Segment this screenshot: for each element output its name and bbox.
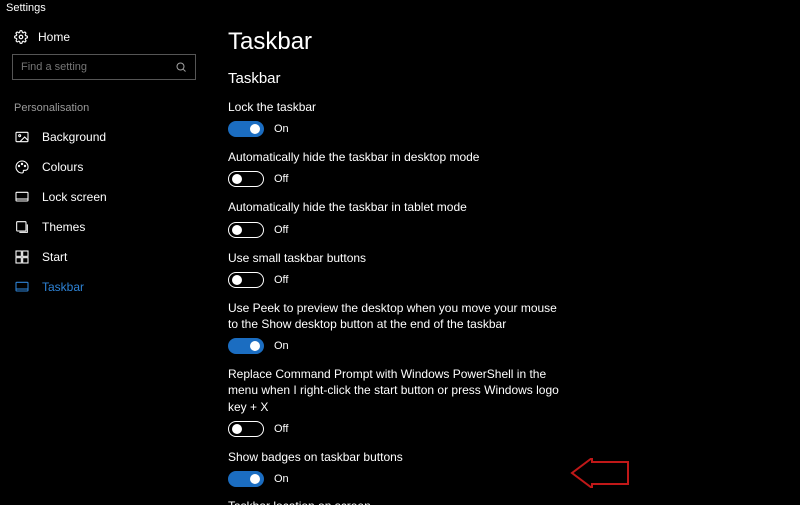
toggle-state-text: Off: [274, 274, 288, 286]
sidebar-item-themes[interactable]: Themes: [12, 212, 200, 242]
content-pane: Taskbar Taskbar Lock the taskbar On Automa…: [210, 16, 800, 505]
toggle-knob: [232, 424, 242, 434]
home-label: Home: [38, 30, 70, 44]
sidebar-item-label: Taskbar: [42, 280, 84, 294]
sidebar-item-colours[interactable]: Colours: [12, 152, 200, 182]
sidebar-item-label: Start: [42, 250, 67, 264]
page-title: Taskbar: [228, 28, 780, 56]
toggle-switch[interactable]: [228, 121, 264, 137]
toggle-switch[interactable]: [228, 338, 264, 354]
sidebar-item-label: Colours: [42, 160, 83, 174]
setting-row: Use small taskbar buttons Off: [228, 250, 780, 288]
lockscreen-icon: [14, 189, 30, 205]
toggle-knob: [250, 341, 260, 351]
setting-label: Automatically hide the taskbar in deskto…: [228, 149, 568, 165]
setting-row: Automatically hide the taskbar in deskto…: [228, 149, 780, 187]
sidebar-item-label: Themes: [42, 220, 85, 234]
toggle-switch[interactable]: [228, 222, 264, 238]
setting-label: Automatically hide the taskbar in tablet…: [228, 199, 568, 215]
sidebar-item-label: Background: [42, 130, 106, 144]
setting-row: Lock the taskbar On: [228, 99, 780, 137]
sidebar-item-label: Lock screen: [42, 190, 107, 204]
setting-label: Use small taskbar buttons: [228, 250, 568, 266]
toggle-state-text: On: [274, 473, 289, 485]
toggle-knob: [232, 174, 242, 184]
toggle-switch[interactable]: [228, 171, 264, 187]
toggle-knob: [232, 225, 242, 235]
sidebar-section-label: Personalisation: [14, 102, 200, 114]
settings-list: Lock the taskbar On Automatically hide the…: [228, 99, 780, 487]
toggle-switch[interactable]: [228, 421, 264, 437]
themes-icon: [14, 219, 30, 235]
sidebar-item-lockscreen[interactable]: Lock screen: [12, 182, 200, 212]
toggle-state-text: Off: [274, 173, 288, 185]
picture-icon: [14, 129, 30, 145]
toggle-row: On: [228, 121, 780, 137]
window-title: Settings: [0, 0, 800, 16]
toggle-row: On: [228, 471, 780, 487]
sidebar-item-start[interactable]: Start: [12, 242, 200, 272]
search-field[interactable]: [21, 61, 171, 73]
setting-label: Show badges on taskbar buttons: [228, 449, 568, 465]
sidebar-item-taskbar[interactable]: Taskbar: [12, 272, 200, 302]
annotation-arrow: [570, 458, 630, 488]
setting-row: Use Peek to preview the desktop when you…: [228, 300, 780, 354]
toggle-switch[interactable]: [228, 471, 264, 487]
taskbar-location-label: Taskbar location on screen: [228, 499, 780, 505]
sidebar-nav: Background Colours Lock screen Themes St…: [12, 122, 200, 302]
palette-icon: [14, 159, 30, 175]
toggle-state-text: On: [274, 123, 289, 135]
setting-row: Replace Command Prompt with Windows Powe…: [228, 366, 780, 437]
toggle-row: Off: [228, 272, 780, 288]
search-icon: [175, 61, 187, 73]
sidebar: Home Personalisation Background Colours: [0, 16, 210, 505]
setting-label: Lock the taskbar: [228, 99, 568, 115]
toggle-state-text: Off: [274, 423, 288, 435]
toggle-row: Off: [228, 171, 780, 187]
start-icon: [14, 249, 30, 265]
gear-icon: [14, 30, 28, 44]
setting-row: Show badges on taskbar buttons On: [228, 449, 780, 487]
setting-row: Automatically hide the taskbar in tablet…: [228, 199, 780, 237]
toggle-state-text: On: [274, 340, 289, 352]
section-subhead: Taskbar: [228, 70, 780, 87]
settings-window: Settings Home Personalisation Background: [0, 0, 800, 505]
setting-label: Use Peek to preview the desktop when you…: [228, 300, 568, 332]
toggle-state-text: Off: [274, 224, 288, 236]
taskbar-icon: [14, 279, 30, 295]
toggle-switch[interactable]: [228, 272, 264, 288]
toggle-row: Off: [228, 222, 780, 238]
search-input[interactable]: [12, 54, 196, 80]
toggle-knob: [232, 275, 242, 285]
toggle-row: On: [228, 338, 780, 354]
toggle-knob: [250, 124, 260, 134]
toggle-knob: [250, 474, 260, 484]
sidebar-item-background[interactable]: Background: [12, 122, 200, 152]
toggle-row: Off: [228, 421, 780, 437]
window-body: Home Personalisation Background Colours: [0, 16, 800, 505]
setting-label: Replace Command Prompt with Windows Powe…: [228, 366, 568, 415]
home-nav[interactable]: Home: [14, 30, 200, 44]
